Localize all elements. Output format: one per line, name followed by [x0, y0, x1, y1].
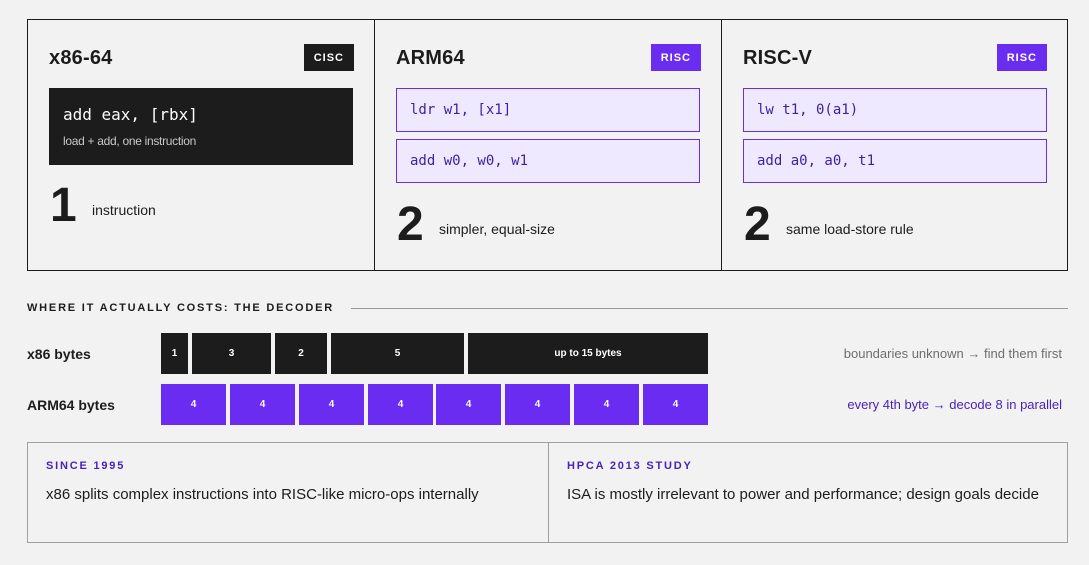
- fact-kicker: SINCE 1995: [46, 460, 126, 472]
- arm64-byte-segment: 4: [574, 384, 639, 425]
- arm64-byte-segment: 4: [368, 384, 433, 425]
- x86-byte-segment: 3: [192, 333, 271, 374]
- arm64-byte-segment: 4: [643, 384, 708, 425]
- fact-hpca-2013: HPCA 2013 STUDY ISA is mostly irrelevant…: [548, 443, 1067, 542]
- section-divider: [351, 308, 1068, 309]
- arm64-byte-segment: 4: [505, 384, 570, 425]
- x86-decoder-note: boundaries unknown → find them first: [843, 346, 1062, 361]
- card-title: RISC-V: [743, 47, 812, 69]
- code-block: add eax, [rbx] load + add, one instructi…: [49, 88, 353, 165]
- x86-byte-segment: 2: [275, 333, 327, 374]
- isa-type-badge: CISC: [303, 44, 354, 71]
- code-note: load + add, one instruction: [63, 134, 196, 148]
- instruction-count: 2: [744, 198, 771, 251]
- code-line: lw t1, 0(a1): [743, 88, 1047, 132]
- facts-panel: SINCE 1995 x86 splits complex instructio…: [27, 442, 1068, 543]
- fact-text: x86 splits complex instructions into RIS…: [46, 486, 479, 503]
- arm64-byte-segment: 4: [161, 384, 226, 425]
- isa-comparison-cards: x86-64 CISC add eax, [rbx] load + add, o…: [27, 19, 1068, 271]
- x86-bytes-label: x86 bytes: [27, 346, 91, 362]
- arm64-byte-segment: 4: [230, 384, 295, 425]
- isa-type-badge: RISC: [996, 44, 1047, 71]
- card-x86-64: x86-64 CISC add eax, [rbx] load + add, o…: [28, 20, 374, 270]
- code-line: ldr w1, [x1]: [396, 88, 700, 132]
- arm64-decoder-note: every 4th byte → decode 8 in parallel: [847, 397, 1062, 412]
- code-line: add w0, w0, w1: [396, 139, 700, 183]
- fact-kicker: HPCA 2013 STUDY: [567, 460, 693, 472]
- instruction-count-label: simpler, equal-size: [439, 221, 555, 237]
- fact-text: ISA is mostly irrelevant to power and pe…: [567, 486, 1039, 503]
- instruction-count-label: same load-store rule: [786, 221, 914, 237]
- fact-since-1995: SINCE 1995 x86 splits complex instructio…: [28, 443, 548, 542]
- instruction-count-label: instruction: [92, 202, 156, 218]
- card-title: ARM64: [396, 47, 465, 69]
- code-line: add eax, [rbx]: [63, 105, 198, 124]
- isa-type-badge: RISC: [650, 44, 701, 71]
- arm64-byte-segment: 4: [299, 384, 364, 425]
- code-line: add a0, a0, t1: [743, 139, 1047, 183]
- arm64-bytes-label: ARM64 bytes: [27, 397, 115, 413]
- x86-byte-segment: up to 15 bytes: [468, 333, 708, 374]
- instruction-count: 1: [50, 179, 77, 232]
- card-title: x86-64: [49, 47, 113, 69]
- card-risc-v: RISC-V RISC lw t1, 0(a1) add a0, a0, t1 …: [721, 20, 1067, 270]
- card-arm64: ARM64 RISC ldr w1, [x1] add w0, w0, w1 2…: [374, 20, 721, 270]
- arm64-byte-segment: 4: [436, 384, 501, 425]
- x86-byte-segment: 1: [161, 333, 188, 374]
- decoder-section-heading: WHERE IT ACTUALLY COSTS: THE DECODER: [27, 302, 335, 314]
- x86-byte-segment: 5: [331, 333, 464, 374]
- instruction-count: 2: [397, 198, 424, 251]
